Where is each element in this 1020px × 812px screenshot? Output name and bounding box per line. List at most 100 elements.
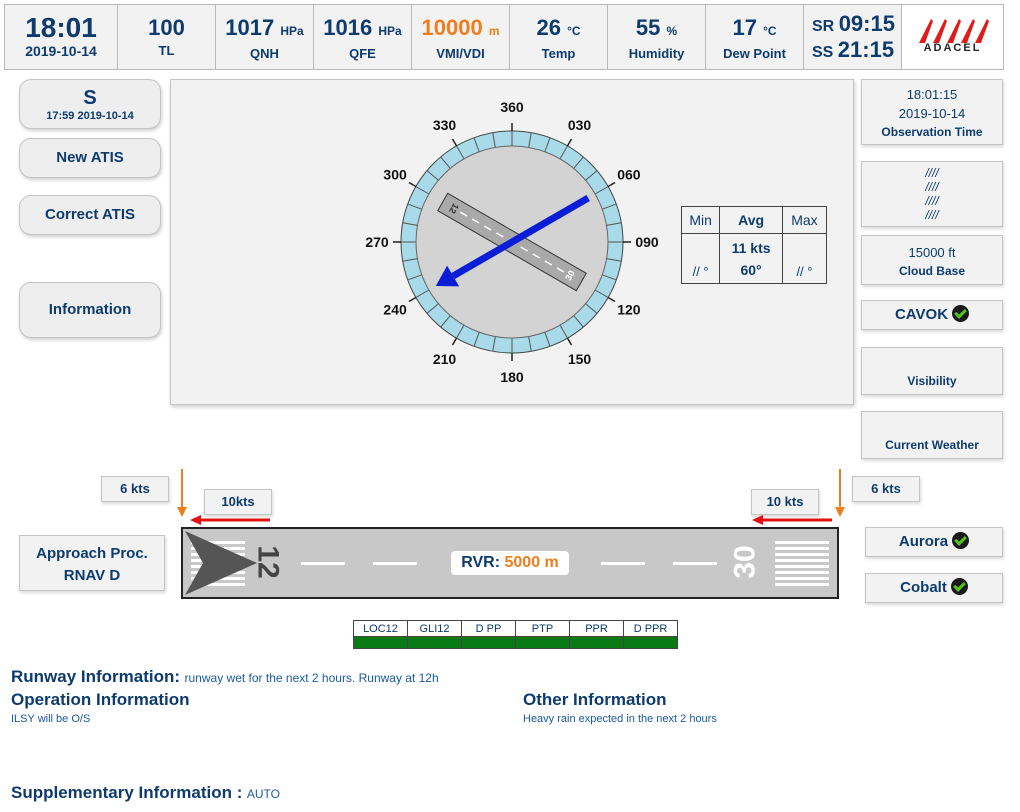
compass-tick (451, 337, 458, 346)
compass-label: 090 (635, 234, 659, 250)
operation-information: Operation Information ILSY will be O/S (11, 690, 190, 725)
qfe-value: 1016 (323, 15, 373, 40)
temp-cell: 26 °C Temp (510, 5, 608, 69)
ils-item[interactable]: D PP (461, 620, 516, 637)
qnh-value: 1017 (225, 15, 275, 40)
runway-information: Runway Information: runway wet for the n… (11, 667, 439, 687)
compass-tick (408, 296, 417, 303)
slash-line: //// (925, 194, 939, 208)
wind-avg-direction: 60° (740, 261, 762, 278)
atis-time: 17:59 2019-10-14 (46, 110, 134, 122)
qfe-unit: HPa (378, 24, 402, 38)
observation-time-panel: 18:01:15 2019-10-14 Observation Time (861, 79, 1003, 145)
tl-label: TL (158, 43, 175, 58)
compass-tick (607, 181, 616, 188)
status-bar: 18:01 2019-10-14 100 TL 1017 HPa QNH 101… (4, 4, 1004, 70)
runway-wind-arrows (177, 469, 845, 525)
temp-unit: °C (567, 24, 581, 38)
cobalt-label: Cobalt (900, 579, 947, 596)
compass-tick (566, 138, 573, 147)
cavok-label: CAVOK (894, 306, 949, 323)
ils-item[interactable]: LOC12 (353, 620, 408, 637)
current-weather-panel[interactable]: Current Weather (861, 411, 1003, 459)
compass-label: 060 (617, 167, 641, 183)
runway-end-12: 12 (251, 545, 285, 579)
sunrise-time: 09:15 (838, 11, 895, 36)
ils-status-table: LOC12 GLI12 D PP PTP PPR D PPR (353, 620, 678, 649)
supplementary-text: AUTO (246, 787, 280, 801)
rvr-value: 5000 m (504, 554, 559, 571)
operation-info-text: ILSY will be O/S (11, 713, 91, 725)
check-icon (952, 305, 970, 322)
ils-status-indicator (407, 636, 462, 649)
humidity-label: Humidity (628, 46, 685, 61)
compass-label: 360 (500, 99, 524, 115)
humidity-cell: 55 % Humidity (608, 5, 706, 69)
humidity-value: 55 (635, 15, 661, 40)
aurora-label: Aurora (898, 533, 949, 550)
wind-min-header: Min (680, 206, 721, 234)
right-crosswind-arrowhead (835, 507, 845, 517)
runway-info-text: runway wet for the next 2 hours. Runway … (184, 671, 439, 685)
qnh-label: QNH (250, 46, 279, 61)
ils-item[interactable]: PTP (515, 620, 570, 637)
new-atis-button[interactable]: New ATIS (19, 138, 161, 178)
information-button[interactable]: Information (19, 282, 161, 338)
ils-item[interactable]: D PPR (623, 620, 678, 637)
observation-label: Observation Time (881, 125, 983, 139)
compass-tick (408, 181, 417, 188)
correct-atis-button[interactable]: Correct ATIS (19, 195, 161, 235)
runway-info-heading: Runway Information: (11, 667, 181, 686)
approach-line-1: Approach Proc. (36, 545, 148, 562)
visibility-panel[interactable]: Visibility (861, 347, 1003, 395)
qfe-cell: 1016 HPa QFE (314, 5, 412, 69)
ils-status-indicator (461, 636, 516, 649)
aurora-status[interactable]: Aurora (865, 527, 1003, 557)
ils-status-indicator (353, 636, 408, 649)
compass-label: 270 (365, 234, 389, 250)
tl-cell: 100 TL (118, 5, 216, 69)
humidity-unit: % (666, 24, 678, 38)
compass-label: 180 (500, 369, 524, 385)
compass-dial: 3600300600901201501802102402703003301230 (365, 99, 659, 385)
right-crosswind-box: 6 kts (852, 476, 920, 502)
cloud-base-label: Cloud Base (898, 264, 965, 278)
clock-time: 18:01 (25, 12, 97, 43)
left-headwind-arrowhead (190, 515, 201, 525)
slash-line: //// (925, 166, 939, 180)
rvr-readout: RVR: 5000 m (451, 551, 569, 575)
cobalt-status[interactable]: Cobalt (865, 573, 1003, 603)
atis-letter-button[interactable]: S 17:59 2019-10-14 (19, 79, 161, 129)
cavok-panel[interactable]: CAVOK (861, 300, 1003, 330)
clock-date: 2019-10-14 (25, 43, 97, 59)
compass-label: 120 (617, 302, 641, 318)
sun-cell: SR 09:15 SS 21:15 (804, 5, 902, 69)
ils-item[interactable]: PPR (569, 620, 624, 637)
tl-value: 100 (148, 15, 185, 40)
ils-item[interactable]: GLI12 (407, 620, 462, 637)
compass-label: 300 (383, 167, 407, 183)
dewpoint-unit: °C (763, 24, 777, 38)
compass-label: 330 (433, 117, 457, 133)
unknown-cloud-panel: //// //// //// //// (861, 161, 1003, 227)
check-icon (952, 532, 970, 549)
observation-date: 2019-10-14 (898, 106, 966, 121)
ils-status-indicator (623, 636, 678, 649)
supplementary-information: Supplementary Information : AUTO (11, 783, 280, 803)
ils-status-indicator (515, 636, 570, 649)
approach-procedure-panel[interactable]: Approach Proc. RNAV D (19, 535, 165, 591)
temp-label: Temp (541, 46, 576, 61)
wind-avg-header: Avg (719, 206, 783, 234)
check-icon (950, 578, 968, 595)
left-crosswind-box: 6 kts (101, 476, 169, 502)
other-information: Other Information Heavy rain expected in… (523, 690, 717, 725)
compass-label: 150 (568, 351, 592, 367)
sunset-label: SS (812, 44, 834, 61)
dewpoint-cell: 17 °C Dew Point (706, 5, 804, 69)
dewpoint-value: 17 (732, 15, 757, 40)
compass-tick (566, 337, 573, 346)
dewpoint-label: Dew Point (723, 46, 786, 61)
wind-table: Min Avg Max // ° 11 kts 60° // ° (680, 206, 828, 284)
runway: 12 30 RVR: 5000 m (181, 527, 839, 599)
cloud-base-value: 15000 ft (908, 245, 956, 260)
